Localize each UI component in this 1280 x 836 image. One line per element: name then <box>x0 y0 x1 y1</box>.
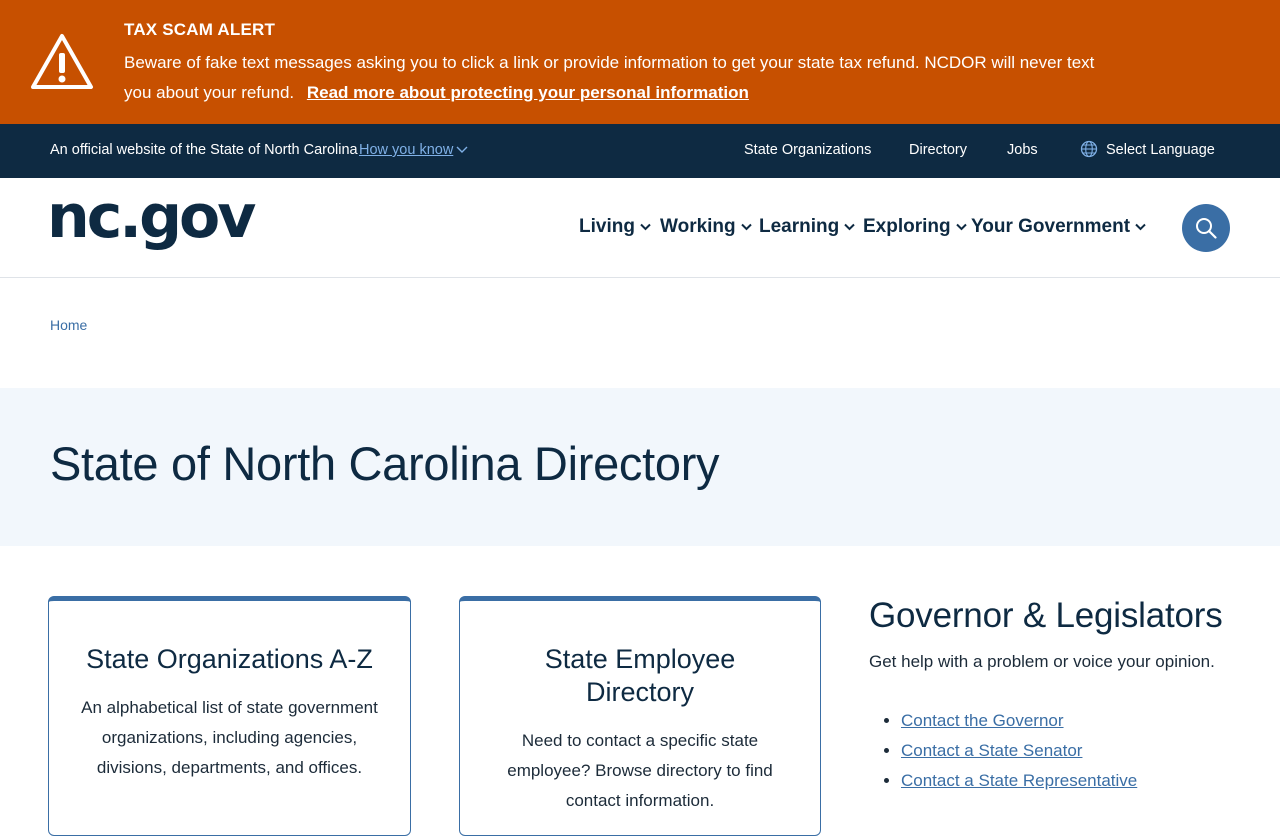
globe-icon <box>1080 140 1098 158</box>
nav-living[interactable]: Living <box>579 216 651 238</box>
section-subtitle: Get help with a problem or voice your op… <box>869 652 1215 671</box>
contact-state-representative-link[interactable]: Contact a State Representative <box>901 771 1137 790</box>
section-title: Governor & Legislators <box>869 596 1223 635</box>
card-state-employee-directory[interactable]: State Employee Directory Need to contact… <box>459 596 821 836</box>
breadcrumb: Home <box>50 317 87 333</box>
page-title: State of North Carolina Directory <box>50 437 720 490</box>
card-title: State Employee Directory <box>544 644 736 707</box>
list-item: Contact the Governor <box>901 706 1249 736</box>
nav-your-government[interactable]: Your Government <box>971 216 1146 238</box>
nav-working[interactable]: Working <box>660 216 752 238</box>
card-state-organizations[interactable]: State Organizations A-Z An alphabetical … <box>48 596 411 836</box>
nc-gov-logo[interactable]: nc.gov <box>47 182 256 252</box>
card-title: State Organizations A-Z <box>86 644 373 674</box>
breadcrumb-home-link[interactable]: Home <box>50 317 87 333</box>
nav-label: Your Government <box>971 216 1131 237</box>
contact-state-senator-link[interactable]: Contact a State Senator <box>901 741 1082 760</box>
alert-title: TAX SCAM ALERT <box>124 20 276 39</box>
official-site-text: An official website of the State of Nort… <box>50 142 358 158</box>
nav-exploring[interactable]: Exploring <box>863 216 967 238</box>
nav-learning[interactable]: Learning <box>759 216 855 238</box>
list-item: Contact a State Senator <box>901 736 1249 766</box>
nav-label: Living <box>579 216 635 237</box>
search-icon <box>1196 218 1217 239</box>
alert-body: Beware of fake text messages asking you … <box>124 48 1114 108</box>
util-link-directory[interactable]: Directory <box>909 142 967 158</box>
contact-governor-link[interactable]: Contact the Governor <box>901 711 1064 730</box>
card-description: An alphabetical list of state government… <box>81 698 378 777</box>
chevron-down-icon <box>740 223 752 231</box>
alert-read-more-link[interactable]: Read more about protecting your personal… <box>307 83 749 102</box>
chevron-down-icon <box>640 223 651 231</box>
site-header: nc.gov Living Working Learning Exploring… <box>0 178 1280 278</box>
governor-legislators-section: Governor & Legislators Get help with a p… <box>869 596 1249 796</box>
nav-label: Learning <box>759 216 840 237</box>
util-link-state-organizations[interactable]: State Organizations <box>744 142 871 158</box>
page-hero: State of North Carolina Directory <box>0 388 1280 546</box>
how-you-know-link[interactable]: How you know <box>359 142 453 158</box>
chevron-down-icon <box>456 146 468 153</box>
util-link-jobs[interactable]: Jobs <box>1007 142 1038 158</box>
contact-links-list: Contact the Governor Contact a State Sen… <box>869 706 1249 796</box>
warning-triangle-icon <box>31 34 93 89</box>
list-item: Contact a State Representative <box>901 766 1249 796</box>
nav-label: Exploring <box>863 216 951 237</box>
search-button[interactable] <box>1182 204 1230 252</box>
chevron-down-icon <box>955 223 967 231</box>
chevron-down-icon <box>844 223 855 231</box>
select-language-button[interactable]: Select Language <box>1106 142 1215 158</box>
card-description: Need to contact a specific state employe… <box>507 731 773 810</box>
nav-label: Working <box>660 216 736 237</box>
chevron-down-icon <box>1135 223 1146 231</box>
tax-scam-alert-banner: TAX SCAM ALERT Beware of fake text messa… <box>0 0 1280 124</box>
